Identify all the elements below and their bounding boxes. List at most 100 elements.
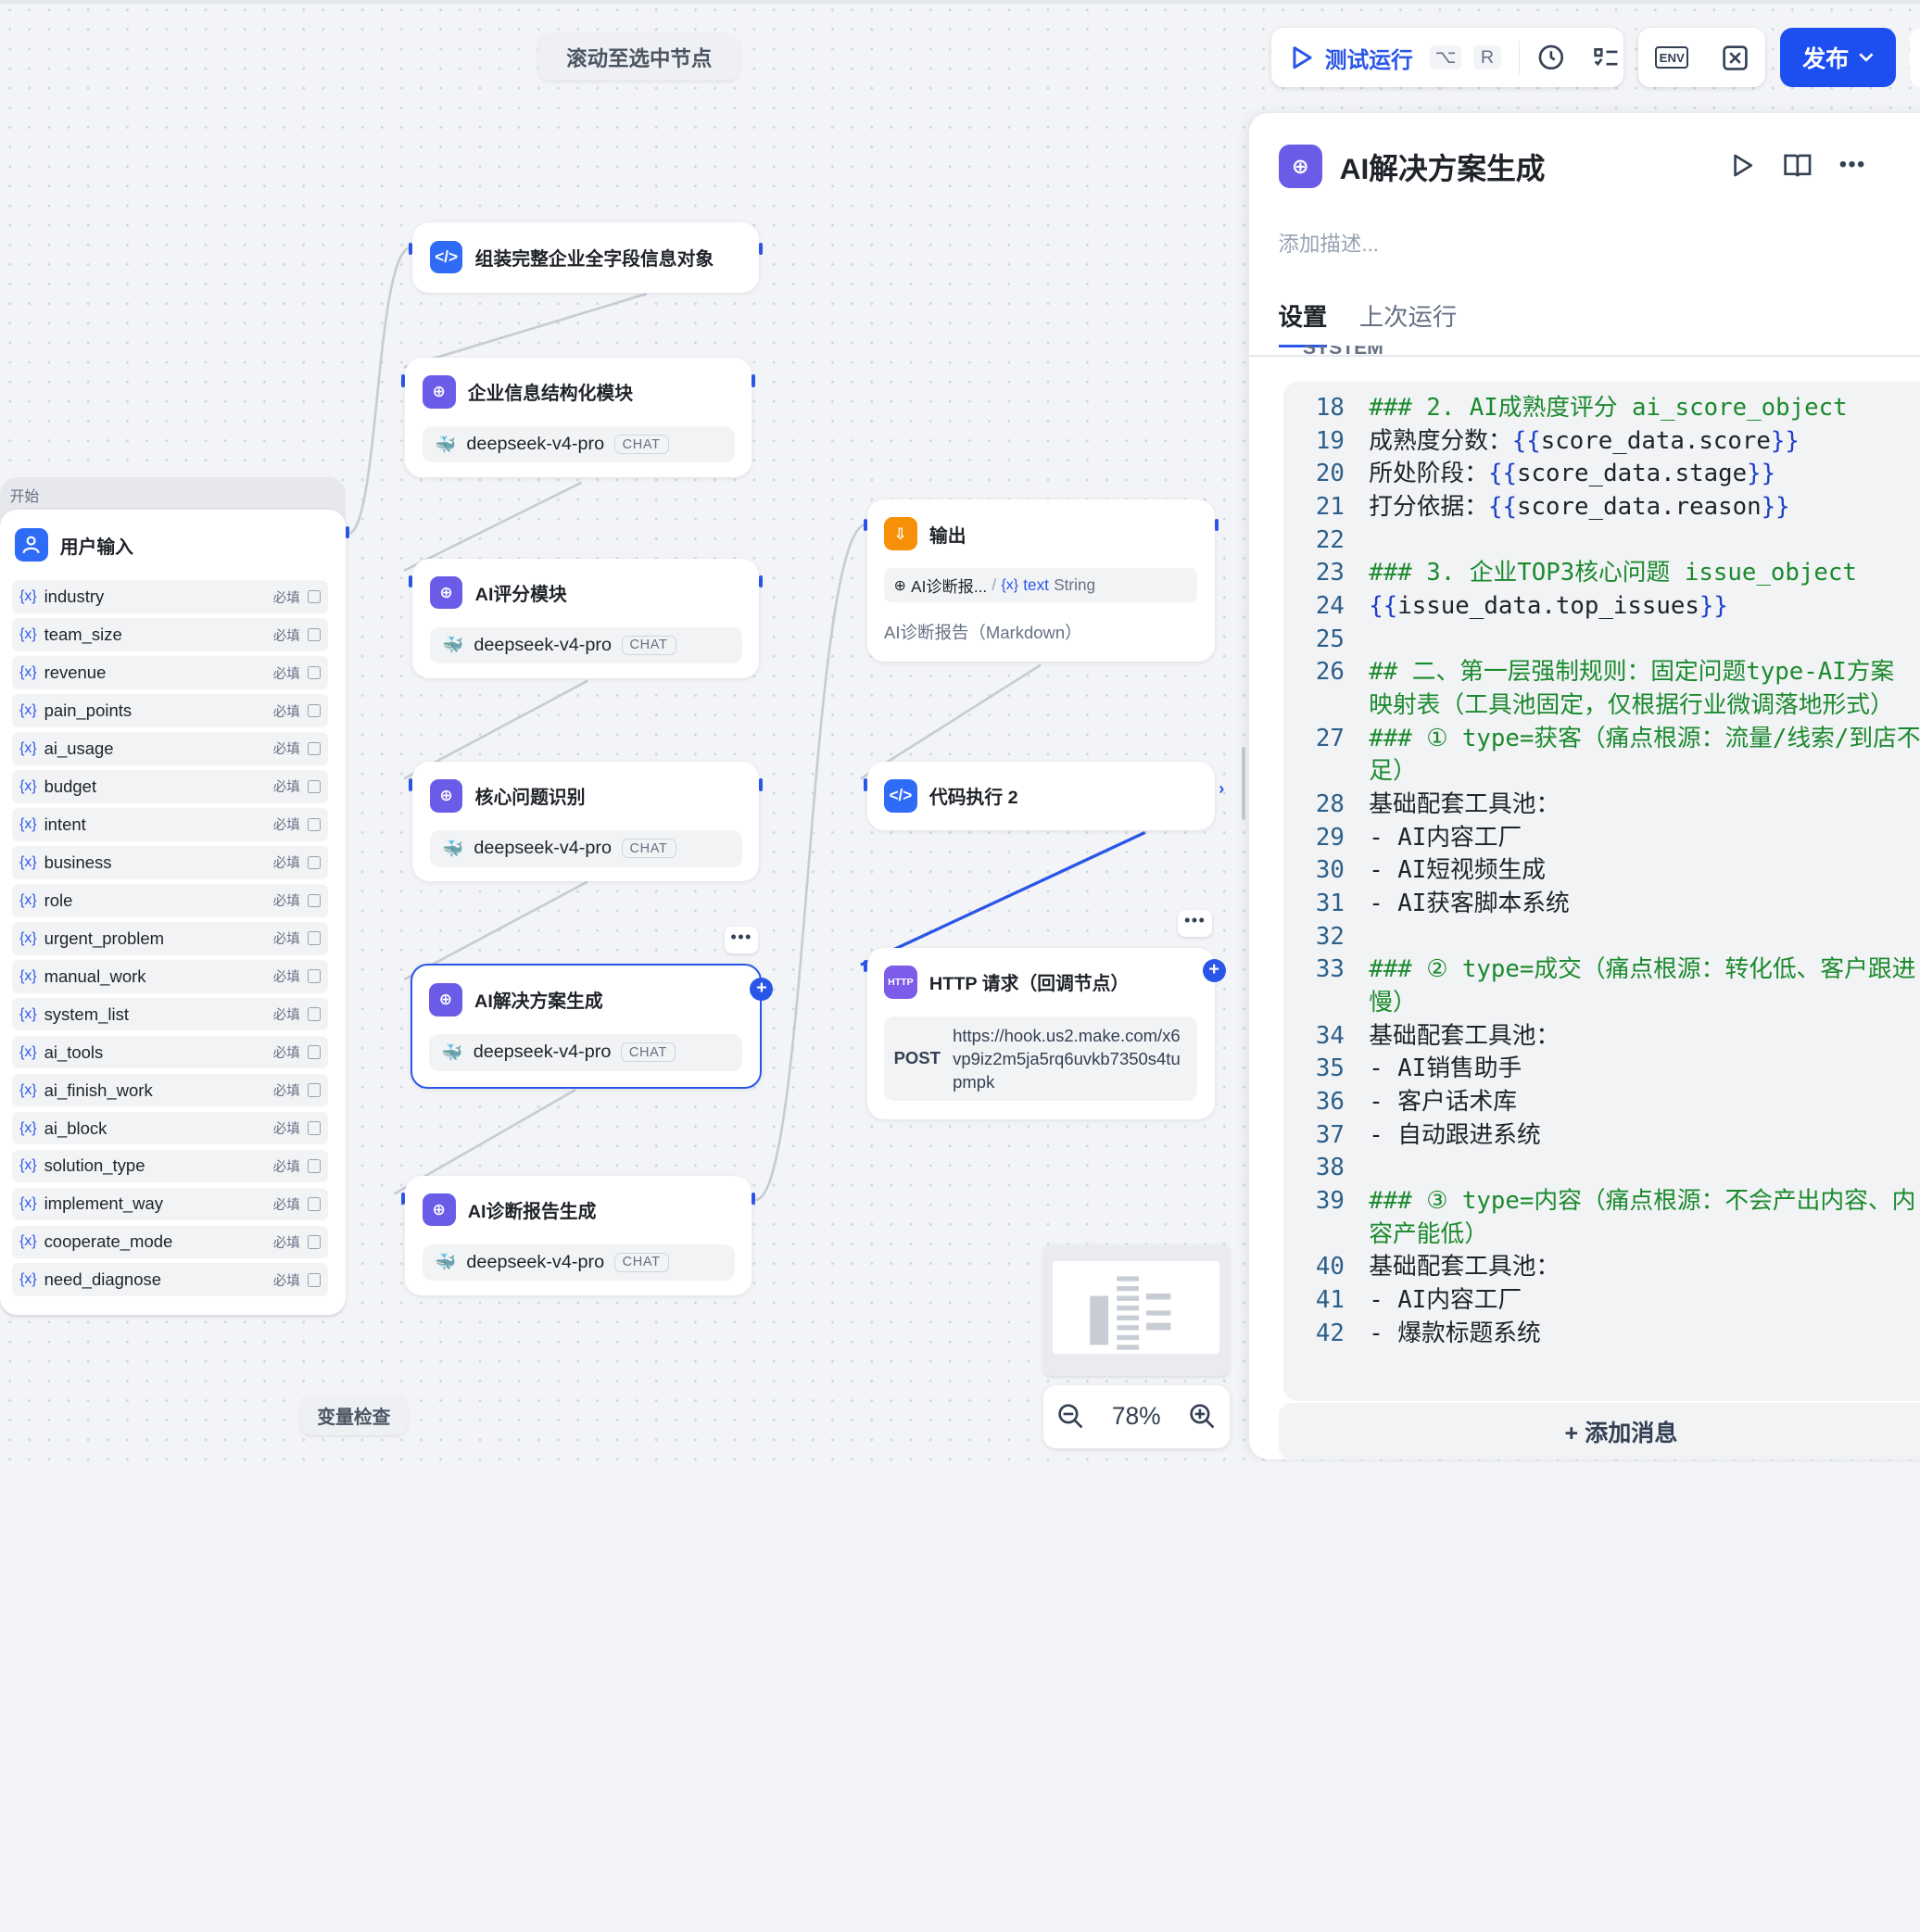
node-code2-in-handle[interactable] <box>863 778 867 791</box>
code-token: - AI内容工厂 <box>1369 1286 1522 1315</box>
text-type-icon <box>307 1083 322 1097</box>
output-var-type: String <box>1054 575 1096 595</box>
code-line: 30 - AI短视频生成 <box>1283 854 1920 888</box>
env-button[interactable]: ENV <box>1655 45 1689 69</box>
variable-row[interactable]: {x} implement_way 必填 <box>12 1187 329 1221</box>
node-score-out-handle[interactable] <box>759 575 764 588</box>
node-core[interactable]: ⊕ 核心问题识别 🐳 deepseek-v4-pro CHAT <box>409 761 764 882</box>
model-selector[interactable]: 🐳 deepseek-v4-pro CHAT <box>422 1244 735 1282</box>
tab-last-run[interactable]: 上次运行 <box>1359 297 1458 347</box>
line-content: 基础配套工具池： <box>1369 1251 1560 1284</box>
variable-row[interactable]: {x} ai_block 必填 <box>12 1111 329 1145</box>
required-label: 必填 <box>272 1122 300 1137</box>
variable-button[interactable] <box>1722 44 1749 71</box>
model-selector[interactable]: 🐳 deepseek-v4-pro CHAT <box>422 425 735 463</box>
variable-row[interactable]: {x} ai_tools 必填 <box>12 1035 329 1069</box>
more-icon[interactable]: ••• <box>1839 152 1866 178</box>
variable-row[interactable]: {x} system_list 必填 <box>12 997 329 1031</box>
checklist-icon <box>1594 47 1618 66</box>
add-message-button[interactable]: + 添加消息 <box>1278 1403 1920 1460</box>
prompt-header-partial: SYSTEM <box>1302 345 1383 359</box>
node-more-button[interactable]: ••• <box>1178 909 1213 937</box>
panel-title[interactable]: AI解决方案生成 <box>1340 145 1546 188</box>
prompt-editor[interactable]: 18 ### 2. AI成熟度评分 ai_score_object 19 成熟度分数：… <box>1282 382 1920 1401</box>
minimap[interactable] <box>1042 1244 1230 1377</box>
output-variable-row[interactable]: ⊕ AI诊断报... / {x} text String <box>884 568 1198 603</box>
variable-row[interactable]: {x} ai_usage 必填 <box>12 732 329 765</box>
text-type-icon <box>307 703 322 718</box>
node-output-in-handle[interactable] <box>863 519 867 532</box>
variable-icon: {x} <box>19 1119 37 1136</box>
variable-icon: {x} <box>19 1195 37 1212</box>
node-assemble-in-handle[interactable] <box>409 242 413 255</box>
node-report-out-handle[interactable] <box>752 1193 756 1206</box>
node-struct[interactable]: ⊕ 企业信息结构化模块 🐳 deepseek-v4-pro CHAT <box>401 357 756 478</box>
variable-name: manual_work <box>44 966 146 986</box>
node-settings-panel: ⊕ AI解决方案生成 ••• 添加描述... 设置 上次运行 SYSTEM 18… <box>1248 112 1920 1460</box>
panel-resize-handle[interactable] <box>1241 747 1245 821</box>
deepseek-icon: 🐳 <box>441 838 463 858</box>
node-output[interactable]: ⇩ 输出 ⊕ AI诊断报... / {x} text String AI诊断报告… <box>863 499 1219 662</box>
book-icon[interactable] <box>1783 152 1813 179</box>
node-report[interactable]: ⊕ AI诊断报告生成 🐳 deepseek-v4-pro CHAT <box>401 1175 756 1296</box>
node-output-out-handle[interactable] <box>1214 519 1219 532</box>
http-request-row[interactable]: POST https://hook.us2.make.com/x6vp9iz2m… <box>884 1016 1198 1101</box>
node-http[interactable]: HTTP HTTP 请求（回调节点） POST https://hook.us2… <box>863 947 1226 1119</box>
brain-icon: ⊕ <box>429 983 462 1017</box>
history-button[interactable] <box>1536 43 1566 72</box>
publish-button[interactable]: 发布 <box>1780 28 1896 87</box>
node-report-in-handle[interactable] <box>401 1193 406 1206</box>
node-core-out-handle[interactable] <box>759 778 764 791</box>
node-assemble-out-handle[interactable] <box>759 242 764 255</box>
workflow-canvas[interactable]: 滚动至选中节点 测试运行 ⌥ R ENV 发布 开始 用户输入 {x} indu… <box>0 0 1920 1462</box>
line-number: 31 <box>1315 890 1345 917</box>
test-run-button[interactable]: 测试运行 ⌥ R <box>1271 42 1502 74</box>
node-score[interactable]: ⊕ AI评分模块 🐳 deepseek-v4-pro CHAT <box>409 558 764 679</box>
variable-inspect-button[interactable]: 变量检查 <box>299 1395 409 1435</box>
node-assemble[interactable]: </> 组装完整企业全字段信息对象 <box>409 222 764 293</box>
description-input[interactable]: 添加描述... <box>1279 228 1380 258</box>
variable-row[interactable]: {x} business 必填 <box>12 846 329 879</box>
node-struct-out-handle[interactable] <box>752 374 756 387</box>
variable-row[interactable]: {x} revenue 必填 <box>12 656 329 689</box>
zoom-level[interactable]: 78% <box>1112 1402 1161 1431</box>
node-core-in-handle[interactable] <box>409 778 413 791</box>
start-node[interactable]: 用户输入 {x} industry 必填 {x} team_size 必填 {x} reven… <box>0 509 346 1316</box>
variable-name: urgent_problem <box>44 928 165 948</box>
tab-settings[interactable]: 设置 <box>1278 297 1328 347</box>
add-node-plus-icon[interactable]: + <box>1202 958 1226 982</box>
zoom-out-icon[interactable] <box>1057 1403 1084 1430</box>
variable-row[interactable]: {x} urgent_problem 必填 <box>12 921 329 955</box>
variable-row[interactable]: {x} cooperate_mode 必填 <box>12 1225 329 1259</box>
scroll-to-selected-button[interactable]: 滚动至选中节点 <box>538 33 740 82</box>
model-selector[interactable]: 🐳 deepseek-v4-pro CHAT <box>429 829 742 867</box>
node-struct-in-handle[interactable] <box>401 374 406 387</box>
node-more-button[interactable]: ••• <box>725 927 758 954</box>
model-selector[interactable]: 🐳 deepseek-v4-pro CHAT <box>429 1033 743 1071</box>
model-selector[interactable]: 🐳 deepseek-v4-pro CHAT <box>429 626 742 664</box>
variable-row[interactable]: {x} role 必填 <box>12 883 329 917</box>
zoom-in-icon[interactable] <box>1189 1403 1216 1430</box>
node-code2[interactable]: </> 代码执行 2 › <box>863 761 1224 830</box>
chevron-right-icon[interactable]: › <box>1219 778 1224 799</box>
variable-row[interactable]: {x} pain_points 必填 <box>12 694 329 727</box>
required-label: 必填 <box>272 932 300 948</box>
variable-row[interactable]: {x} industry 必填 <box>12 580 329 613</box>
variable-row[interactable]: {x} ai_finish_work 必填 <box>12 1073 329 1107</box>
variable-row[interactable]: {x} budget 必填 <box>12 770 329 803</box>
line-number: 24 <box>1315 591 1345 620</box>
variable-row[interactable]: {x} manual_work 必填 <box>12 959 329 993</box>
variable-row[interactable]: {x} solution_type 必填 <box>12 1149 329 1183</box>
checklist-button[interactable] <box>1593 44 1620 71</box>
variable-row[interactable]: {x} need_diagnose 必填 <box>12 1263 329 1297</box>
variable-name: ai_tools <box>44 1042 104 1062</box>
run-node-icon[interactable] <box>1729 152 1756 179</box>
required-label: 必填 <box>272 1084 300 1100</box>
code-line: 35 - AI销售助手 <box>1283 1053 1920 1086</box>
node-score-in-handle[interactable] <box>409 575 413 588</box>
variable-row[interactable]: {x} intent 必填 <box>12 808 329 841</box>
node-solution[interactable]: ⊕ AI解决方案生成 🐳 deepseek-v4-pro CHAT + <box>410 963 774 1089</box>
start-node-out-handle[interactable] <box>345 526 349 539</box>
variable-row[interactable]: {x} team_size 必填 <box>12 618 329 651</box>
node-http-in-handle[interactable] <box>863 959 867 973</box>
